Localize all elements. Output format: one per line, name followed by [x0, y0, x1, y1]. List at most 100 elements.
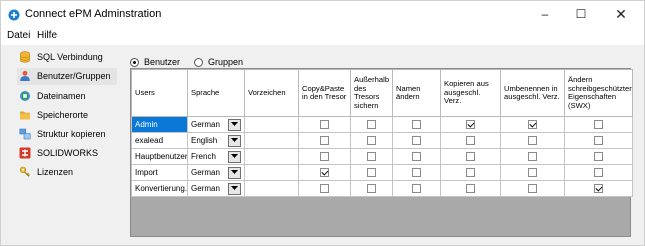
checkbox-unchecked[interactable]	[412, 168, 421, 178]
language-dropdown[interactable]: German	[191, 182, 241, 195]
checkbox-unchecked[interactable]	[412, 152, 421, 162]
cell-sprache[interactable]: German	[187, 180, 245, 197]
checkbox-unchecked[interactable]	[320, 152, 329, 162]
sidebar-item-label: SQL Verbindung	[37, 52, 103, 63]
cell-sprache[interactable]: French	[187, 148, 245, 165]
column-header-aendern-schreibgeschuetzt[interactable]: Ändern schreibgeschützter Eigenschaften …	[564, 69, 633, 117]
cell-sprache[interactable]: German	[187, 164, 245, 181]
checkbox-checked[interactable]	[466, 120, 475, 130]
sidebar-item-lizenzen[interactable]: Lizenzen	[17, 164, 117, 181]
checkbox-unchecked[interactable]	[466, 168, 475, 178]
checkbox-unchecked[interactable]	[367, 120, 376, 130]
cell-checkbox	[500, 132, 565, 149]
cell-user[interactable]: Admin	[131, 116, 188, 133]
cell-vorzeichen[interactable]	[244, 148, 299, 165]
table-row[interactable]: Import German	[131, 164, 633, 181]
dropdown-arrow-icon[interactable]	[228, 166, 241, 179]
sidebar-item-label: Benutzer/Gruppen	[37, 71, 111, 82]
dropdown-arrow-icon[interactable]	[228, 118, 241, 131]
users-icon	[20, 71, 30, 82]
checkbox-unchecked[interactable]	[412, 136, 421, 146]
column-header-vorzeichen[interactable]: Vorzeichen	[244, 69, 299, 117]
checkbox-unchecked[interactable]	[412, 184, 421, 194]
language-dropdown[interactable]: English	[191, 134, 241, 147]
radio-gruppen-circle[interactable]	[194, 57, 204, 67]
checkbox-unchecked[interactable]	[367, 168, 376, 178]
sidebar-item-benutzer-gruppen[interactable]: Benutzer/Gruppen	[17, 68, 117, 85]
checkbox-unchecked[interactable]	[320, 120, 329, 130]
table-row[interactable]: Hauptbenutzer French	[131, 148, 633, 165]
table-row[interactable]: Admin German	[131, 116, 633, 133]
column-header-umbenennen-in[interactable]: Umbenennen in ausgeschl. Verz.	[500, 69, 565, 117]
cell-user[interactable]: Hauptbenutzer	[131, 148, 188, 165]
radio-benutzer[interactable]: Benutzer	[130, 57, 180, 67]
menu-bar: Datei Hilfe	[1, 27, 644, 45]
sidebar-item-solidworks[interactable]: SOLIDWORKS	[17, 145, 117, 162]
checkbox-unchecked[interactable]	[528, 168, 537, 178]
close-button[interactable]: ✕	[605, 4, 637, 24]
checkbox-unchecked[interactable]	[594, 120, 603, 130]
cell-checkbox	[392, 164, 441, 181]
column-header-sprache[interactable]: Sprache	[187, 69, 245, 117]
cell-vorzeichen[interactable]	[244, 164, 299, 181]
table-row[interactable]: exalead English	[131, 132, 633, 149]
cell-checkbox	[564, 148, 633, 165]
column-header-ausserhalb[interactable]: Außerhalb des Tresors sichern	[350, 69, 393, 117]
checkbox-unchecked[interactable]	[367, 152, 376, 162]
minimize-button[interactable]: –	[529, 4, 561, 24]
radio-benutzer-circle[interactable]	[130, 57, 139, 67]
cell-user[interactable]: Import	[131, 164, 188, 181]
column-header-users[interactable]: Users	[131, 69, 188, 117]
cell-user[interactable]: exalead	[131, 132, 188, 149]
dropdown-arrow-icon[interactable]	[228, 134, 241, 147]
menu-hilfe[interactable]: Hilfe	[37, 30, 57, 41]
cell-sprache[interactable]: German	[187, 116, 245, 133]
radio-gruppen[interactable]: Gruppen	[194, 57, 243, 67]
column-header-kopieren-aus[interactable]: Kopieren aus ausgeschl. Verz.	[440, 69, 501, 117]
cell-checkbox	[350, 132, 393, 149]
checkbox-unchecked[interactable]	[594, 152, 603, 162]
cell-vorzeichen[interactable]	[244, 132, 299, 149]
cell-vorzeichen[interactable]	[244, 116, 299, 133]
cell-checkbox	[298, 180, 351, 197]
column-header-copy-paste[interactable]: Copy&Paste in den Tresor	[298, 69, 351, 117]
menu-datei[interactable]: Datei	[7, 30, 30, 41]
cell-checkbox	[350, 180, 393, 197]
sidebar-item-sql-verbindung[interactable]: SQL Verbindung	[17, 49, 117, 66]
checkbox-unchecked[interactable]	[466, 152, 475, 162]
checkbox-checked[interactable]	[594, 184, 603, 194]
cell-checkbox	[392, 148, 441, 165]
sidebar-item-struktur-kopieren[interactable]: Struktur kopieren	[17, 126, 117, 143]
cell-sprache[interactable]: English	[187, 132, 245, 149]
checkbox-unchecked[interactable]	[528, 136, 537, 146]
users-grid: Users Sprache Vorzeichen Copy&Paste in d…	[130, 68, 633, 237]
cell-checkbox	[440, 164, 501, 181]
checkbox-unchecked[interactable]	[320, 136, 329, 146]
checkbox-unchecked[interactable]	[367, 184, 376, 194]
sidebar-item-dateinamen[interactable]: Dateinamen	[17, 87, 117, 104]
cell-vorzeichen[interactable]	[244, 180, 299, 197]
table-header-row: Users Sprache Vorzeichen Copy&Paste in d…	[131, 69, 633, 117]
checkbox-checked[interactable]	[320, 168, 329, 178]
cell-checkbox	[440, 180, 501, 197]
checkbox-checked[interactable]	[528, 120, 537, 130]
column-header-namen-aendern[interactable]: Namen ändern	[392, 69, 441, 117]
dropdown-arrow-icon[interactable]	[228, 182, 241, 195]
checkbox-unchecked[interactable]	[528, 152, 537, 162]
dropdown-arrow-icon[interactable]	[228, 150, 241, 163]
checkbox-unchecked[interactable]	[466, 184, 475, 194]
checkbox-unchecked[interactable]	[412, 120, 421, 130]
table-row[interactable]: Konvertierung... German	[131, 180, 633, 197]
maximize-button[interactable]: ☐	[565, 4, 597, 24]
cell-user[interactable]: Konvertierung...	[131, 180, 188, 197]
checkbox-unchecked[interactable]	[594, 168, 603, 178]
language-dropdown[interactable]: French	[191, 150, 241, 163]
language-dropdown[interactable]: German	[191, 166, 241, 179]
checkbox-unchecked[interactable]	[528, 184, 537, 194]
language-dropdown[interactable]: German	[191, 118, 241, 131]
checkbox-unchecked[interactable]	[320, 184, 329, 194]
sidebar-item-speicherorte[interactable]: Speicherorte	[17, 107, 117, 124]
checkbox-unchecked[interactable]	[367, 136, 376, 146]
checkbox-unchecked[interactable]	[594, 136, 603, 146]
checkbox-unchecked[interactable]	[466, 136, 475, 146]
